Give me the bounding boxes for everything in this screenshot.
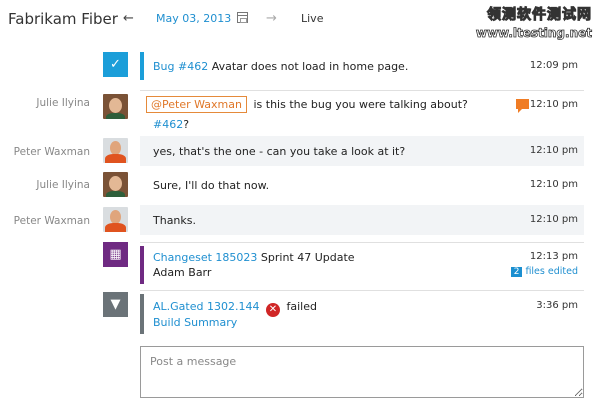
failed-icon: ✕ bbox=[265, 303, 280, 317]
watermark: 领测软件测试网 www.ltesting.net bbox=[475, 4, 592, 41]
card-stripe bbox=[140, 294, 144, 334]
message-time: 12:10 pm bbox=[529, 214, 578, 225]
message-time: 12:10 pm bbox=[529, 179, 578, 190]
card-stripe bbox=[140, 52, 144, 80]
mention-tag[interactable]: @Peter Waxman bbox=[146, 96, 247, 113]
chat-card: Sure, I'll do that now. 12:10 pm bbox=[140, 170, 584, 200]
chat-body: is this the bug you were talking about? bbox=[253, 98, 468, 111]
team-name: Fabrikam Fiber bbox=[8, 10, 118, 28]
arrow-right-icon[interactable]: → bbox=[266, 11, 277, 26]
build-icon: ▼ bbox=[103, 292, 128, 317]
message-chat: Peter Waxman yes, that's the one - can y… bbox=[0, 136, 600, 166]
message-chat: Julie Ilyina @Peter Waxman is this the b… bbox=[0, 90, 600, 134]
build-link[interactable]: AL.Gated 1302.144 bbox=[153, 300, 259, 313]
calendar-icon[interactable] bbox=[237, 12, 248, 23]
changeset-card: Changeset 185023 Sprint 47 Update Adam B… bbox=[140, 242, 584, 284]
bug-title: Avatar does not load in home page. bbox=[208, 60, 409, 73]
avatar[interactable] bbox=[103, 138, 128, 163]
build-card: AL.Gated 1302.144 ✕ failed Build Summary… bbox=[140, 290, 584, 334]
files-edited-link[interactable]: 2 files edited bbox=[510, 266, 578, 277]
sender-name: Julie Ilyina bbox=[36, 97, 90, 109]
avatar[interactable] bbox=[103, 207, 128, 232]
chat-body: Sure, I'll do that now. bbox=[153, 179, 270, 192]
build-text: AL.Gated 1302.144 ✕ failed bbox=[153, 300, 317, 317]
changeset-author: Adam Barr bbox=[153, 266, 212, 279]
message-time: 3:36 pm bbox=[536, 300, 578, 311]
bug-icon: ✓ bbox=[103, 52, 128, 77]
changeset-text: Changeset 185023 Sprint 47 Update bbox=[153, 251, 355, 264]
bug-link[interactable]: Bug #462 bbox=[153, 60, 208, 73]
work-item-text: Bug #462 Avatar does not load in home pa… bbox=[153, 60, 408, 73]
chat-card: Thanks. 12:10 pm bbox=[140, 205, 584, 235]
sender-name: Julie Ilyina bbox=[36, 179, 90, 191]
chat-text: @Peter Waxman is this the bug you were t… bbox=[146, 96, 468, 113]
sender-name: Peter Waxman bbox=[13, 146, 90, 158]
changeset-link[interactable]: Changeset 185023 bbox=[153, 251, 257, 264]
message-build: ▼ AL.Gated 1302.144 ✕ failed Build Summa… bbox=[0, 290, 600, 334]
comment-icon[interactable] bbox=[516, 99, 529, 113]
chat-body: yes, that's the one - can you take a loo… bbox=[153, 145, 406, 158]
watermark-title: 领测软件测试网 bbox=[486, 7, 592, 24]
watermark-url: www.ltesting.net bbox=[475, 26, 592, 41]
build-summary-link[interactable]: Build Summary bbox=[153, 316, 237, 329]
files-count-badge: 2 bbox=[510, 267, 523, 277]
build-status: failed bbox=[286, 300, 317, 313]
message-chat: Peter Waxman Thanks. 12:10 pm bbox=[0, 205, 600, 235]
message-time: 12:13 pm bbox=[529, 251, 578, 262]
message-time: 12:10 pm bbox=[529, 99, 578, 110]
post-message-input[interactable] bbox=[140, 346, 584, 398]
message-time: 12:09 pm bbox=[529, 60, 578, 71]
chat-text-line2: #462? bbox=[153, 118, 189, 131]
message-chat: Julie Ilyina Sure, I'll do that now. 12:… bbox=[0, 170, 600, 200]
chat-card: @Peter Waxman is this the bug you were t… bbox=[140, 90, 584, 134]
avatar[interactable] bbox=[103, 94, 128, 119]
changeset-title: Sprint 47 Update bbox=[257, 251, 355, 264]
message-work-item: ✓ Bug #462 Avatar does not load in home … bbox=[0, 52, 600, 80]
chat-suffix: ? bbox=[183, 118, 190, 131]
arrow-left-icon[interactable]: ← bbox=[123, 11, 134, 26]
bug-link[interactable]: #462 bbox=[153, 118, 183, 131]
avatar[interactable] bbox=[103, 172, 128, 197]
live-button[interactable]: Live bbox=[301, 12, 323, 25]
card-stripe bbox=[140, 246, 144, 284]
work-item-card: Bug #462 Avatar does not load in home pa… bbox=[140, 52, 584, 80]
chat-card: yes, that's the one - can you take a loo… bbox=[140, 136, 584, 166]
chat-body: Thanks. bbox=[153, 214, 197, 227]
sender-name: Peter Waxman bbox=[13, 215, 90, 227]
changeset-icon: ▦ bbox=[103, 242, 128, 267]
message-changeset: ▦ Changeset 185023 Sprint 47 Update Adam… bbox=[0, 242, 600, 284]
files-edited-label[interactable]: files edited bbox=[525, 266, 578, 277]
date-link[interactable]: May 03, 2013 bbox=[156, 12, 231, 25]
message-time: 12:10 pm bbox=[529, 145, 578, 156]
